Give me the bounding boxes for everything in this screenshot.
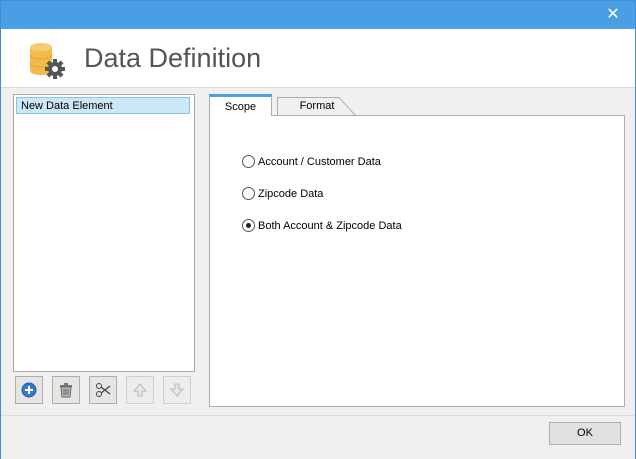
- scope-panel: Account / Customer Data Zipcode Data Bot…: [209, 115, 625, 407]
- title-bar[interactable]: ✕: [1, 1, 635, 29]
- arrow-up-icon: [132, 383, 148, 397]
- database-gear-icon: [29, 43, 65, 79]
- radio-button[interactable]: [242, 155, 255, 168]
- tab-format-label: Format: [299, 100, 335, 112]
- dialog-header: Data Definition: [1, 29, 635, 88]
- radio-label: Both Account & Zipcode Data: [258, 220, 402, 232]
- move-up-button[interactable]: [126, 376, 154, 404]
- radio-button[interactable]: [242, 187, 255, 200]
- data-element-list[interactable]: New Data Element: [13, 94, 195, 372]
- trash-icon: [60, 383, 72, 398]
- tab-scope[interactable]: Scope: [209, 94, 272, 116]
- list-item[interactable]: New Data Element: [16, 97, 190, 114]
- radio-label: Account / Customer Data: [258, 156, 381, 168]
- add-button[interactable]: [15, 376, 43, 404]
- delete-button[interactable]: [52, 376, 80, 404]
- move-down-button[interactable]: [163, 376, 191, 404]
- dialog-footer: OK: [1, 415, 635, 459]
- close-button[interactable]: ✕: [599, 4, 627, 24]
- page-title: Data Definition: [84, 43, 262, 73]
- ok-button[interactable]: OK: [549, 422, 621, 445]
- radio-label: Zipcode Data: [258, 188, 324, 200]
- scissors-icon: [96, 383, 111, 397]
- cut-button[interactable]: [89, 376, 117, 404]
- tab-format[interactable]: Format: [277, 97, 357, 116]
- add-icon: [21, 382, 37, 398]
- dialog-window: ✕ Data Definition New Data Element Scope…: [0, 0, 636, 459]
- radio-button[interactable]: [242, 219, 255, 232]
- arrow-down-icon: [169, 383, 185, 397]
